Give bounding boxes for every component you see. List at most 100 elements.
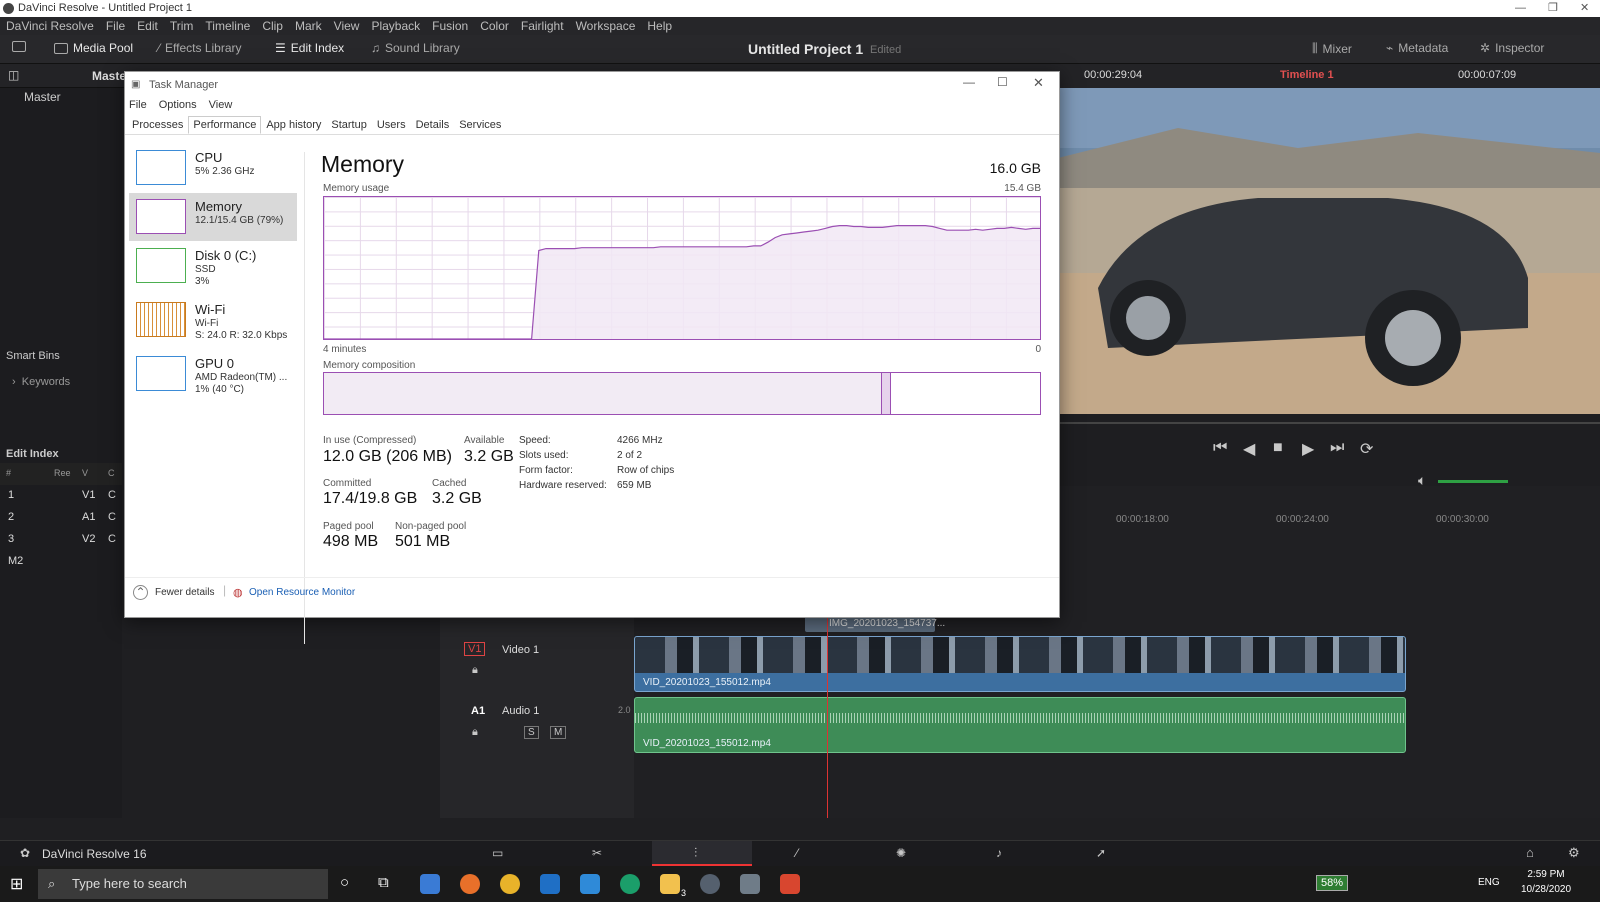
resource-memory[interactable]: Memory 12.1/15.4 GB (79%): [129, 193, 297, 241]
fusion-page-icon[interactable]: ⁄: [796, 846, 798, 860]
menu-item[interactable]: Mark: [289, 17, 328, 35]
step-back-icon[interactable]: ◀: [1243, 439, 1255, 459]
solo-button[interactable]: S: [524, 726, 539, 739]
settings-gear-icon[interactable]: ⚙︎: [1568, 845, 1580, 861]
tm-menu-options[interactable]: Options: [159, 99, 197, 111]
tab-app-history[interactable]: App history: [261, 116, 326, 134]
explorer-icon[interactable]: 3: [660, 874, 686, 898]
menu-item[interactable]: DaVinci Resolve: [0, 17, 100, 35]
inspector-button[interactable]: ✲ Inspector: [1480, 41, 1544, 55]
lock-icon[interactable]: 🔒︎: [472, 664, 478, 677]
effects-library-button[interactable]: ⁄ Effects Library: [158, 41, 242, 55]
tm-maximize-icon[interactable]: ☐: [997, 75, 1008, 89]
chevron-up-icon[interactable]: ⌃: [133, 585, 148, 600]
media-pool-button[interactable]: Media Pool: [54, 41, 133, 55]
windows-start-icon[interactable]: ⊞: [10, 874, 23, 894]
resource-wifi[interactable]: Wi-Fi Wi-Fi S: 24.0 R: 32.0 Kbps: [129, 296, 297, 344]
taskmanager-taskbar-icon[interactable]: [740, 874, 760, 894]
v1-track-id[interactable]: V1: [464, 642, 486, 656]
restore-icon[interactable]: ❐: [1548, 0, 1558, 17]
monitor-icon[interactable]: [12, 41, 26, 52]
lock-icon[interactable]: 🔒︎: [472, 726, 478, 739]
volume-slider[interactable]: [1438, 480, 1508, 483]
language-indicator[interactable]: ENG: [1478, 877, 1500, 888]
firefox-icon[interactable]: [460, 874, 480, 894]
master-bin[interactable]: Master: [24, 90, 61, 104]
menu-item[interactable]: Color: [474, 17, 515, 35]
menu-item[interactable]: Clip: [256, 17, 289, 35]
index-row[interactable]: 2 A1 C: [0, 506, 122, 528]
menu-item[interactable]: Help: [641, 17, 678, 35]
clock-date[interactable]: 10/28/2020: [1514, 884, 1578, 895]
tm-menu-file[interactable]: File: [129, 99, 147, 111]
index-marker-row[interactable]: M2: [0, 550, 122, 572]
lightroom-icon[interactable]: [580, 874, 600, 894]
tm-menu-view[interactable]: View: [209, 99, 233, 111]
mixer-button[interactable]: ⫼ Mixer: [1312, 41, 1352, 56]
scrubber[interactable]: [1038, 422, 1600, 424]
open-resource-monitor-link[interactable]: Open Resource Monitor: [249, 587, 355, 598]
deliver-page-icon[interactable]: ➚: [1096, 846, 1106, 860]
menu-item[interactable]: Edit: [131, 17, 164, 35]
metadata-button[interactable]: ⌁ Metadata: [1386, 41, 1448, 55]
panel-toggle-icon[interactable]: ◫: [8, 68, 19, 82]
skip-forward-icon[interactable]: ⏭: [1330, 439, 1344, 457]
index-row[interactable]: 3 V2 C: [0, 528, 122, 550]
outlook-icon[interactable]: [540, 874, 560, 894]
resource-cpu[interactable]: CPU 5% 2.36 GHz: [129, 144, 297, 192]
menu-item[interactable]: Timeline: [199, 17, 256, 35]
media-page-icon[interactable]: ▭: [492, 846, 503, 860]
index-row[interactable]: 1 V1 C: [0, 484, 122, 506]
minimize-icon[interactable]: —: [1515, 0, 1526, 17]
app-taskbar-icon[interactable]: [780, 874, 800, 894]
clock-time[interactable]: 2:59 PM: [1518, 869, 1574, 880]
tab-services[interactable]: Services: [454, 116, 506, 134]
menu-item[interactable]: Fusion: [426, 17, 474, 35]
menu-item[interactable]: Workspace: [570, 17, 642, 35]
home-icon[interactable]: ⌂: [1526, 845, 1534, 860]
cut-page-icon[interactable]: ✂︎: [592, 846, 602, 860]
resource-disk[interactable]: Disk 0 (C:) SSD 3%: [129, 242, 297, 290]
skip-back-icon[interactable]: ⏮: [1213, 439, 1227, 457]
loop-icon[interactable]: ⟳: [1360, 439, 1373, 459]
keywords-bin[interactable]: › Keywords: [12, 376, 70, 388]
tab-processes[interactable]: Processes: [127, 116, 188, 134]
viewer-image: [1058, 88, 1600, 414]
tab-details[interactable]: Details: [411, 116, 455, 134]
mute-button[interactable]: M: [550, 726, 567, 739]
menu-item[interactable]: Fairlight: [515, 17, 570, 35]
compound-clip[interactable]: IMG_20201023_154737...: [805, 616, 945, 632]
a1-track-id[interactable]: A1: [471, 705, 485, 717]
tab-startup[interactable]: Startup: [326, 116, 371, 134]
audio-clip[interactable]: VID_20201023_155012.mp4: [634, 697, 1406, 753]
menu-item[interactable]: Trim: [164, 17, 200, 35]
battery-indicator[interactable]: 58%: [1316, 875, 1349, 891]
chrome-icon[interactable]: [500, 874, 520, 894]
stop-icon[interactable]: ■: [1273, 439, 1283, 457]
taskbar-search[interactable]: ⌕ Type here to search: [38, 869, 328, 899]
resource-gpu[interactable]: GPU 0 AMD Radeon(TM) ... 1% (40 °C): [129, 350, 297, 398]
timeline-selector[interactable]: Timeline 1: [1280, 69, 1334, 81]
tm-close-icon[interactable]: ✕: [1033, 75, 1044, 91]
edit-index-button[interactable]: ☰ Edit Index: [275, 41, 344, 55]
files-app-icon[interactable]: [420, 874, 440, 894]
edit-page-tab[interactable]: ⫶: [652, 841, 752, 866]
task-view-icon[interactable]: ⧉: [378, 874, 389, 891]
color-page-icon[interactable]: ✺: [896, 846, 906, 860]
menu-item[interactable]: Playback: [365, 17, 426, 35]
fewer-details-link[interactable]: Fewer details: [155, 587, 214, 598]
resolve-taskbar-icon[interactable]: [700, 874, 720, 894]
fairlight-page-icon[interactable]: ♪: [996, 846, 1002, 860]
video-clip[interactable]: VID_20201023_155012.mp4: [634, 636, 1406, 692]
play-icon[interactable]: ▶: [1302, 439, 1314, 459]
edge-icon[interactable]: [620, 874, 640, 894]
close-icon[interactable]: ✕: [1580, 0, 1589, 17]
tab-performance[interactable]: Performance: [188, 116, 262, 134]
sound-library-button[interactable]: ♫ Sound Library: [371, 41, 460, 55]
playhead[interactable]: [827, 614, 828, 818]
tab-users[interactable]: Users: [372, 116, 411, 134]
menu-item[interactable]: File: [100, 17, 131, 35]
menu-item[interactable]: View: [328, 17, 366, 35]
cortana-icon[interactable]: ○: [340, 874, 349, 891]
tm-minimize-icon[interactable]: —: [963, 75, 975, 89]
